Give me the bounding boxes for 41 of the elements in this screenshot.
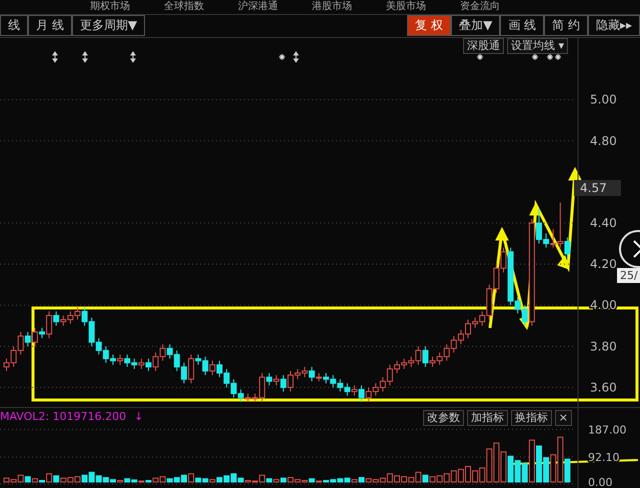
chart-option-button[interactable]: 叠加▼ — [451, 14, 500, 36]
event-marker-icon[interactable] — [52, 51, 58, 62]
chart-setting-button[interactable]: 设置均线 ▾ — [506, 38, 568, 54]
market-menu-item[interactable]: 资金流向 — [460, 0, 500, 13]
chart-option-button[interactable]: 隐藏▸▸ — [588, 14, 640, 36]
price-axis-label: 4.40 — [590, 216, 617, 230]
current-price-label: 4.57 — [574, 180, 621, 196]
asterisk-marker-icon[interactable] — [554, 53, 562, 60]
down-arrow: ↓ — [134, 410, 144, 424]
event-marker-icon[interactable] — [293, 51, 298, 62]
chart-option-button[interactable]: 画 线 — [500, 14, 544, 36]
indicator-value: MAVOL2: 1019716.200 — [0, 410, 126, 424]
price-axis-label: 3.80 — [590, 339, 617, 354]
date-tooltip: 25/ — [617, 268, 640, 283]
period-button[interactable]: 月 线 — [28, 14, 72, 36]
market-menu-item[interactable]: 美股市场 — [386, 0, 426, 13]
event-marker-icon[interactable] — [130, 51, 136, 62]
volume-axis-label: 187.00 — [588, 424, 626, 436]
chart-option-button[interactable]: 简 约 — [544, 14, 588, 36]
price-axis-label: 4.80 — [590, 134, 617, 148]
period-button[interactable]: 线 — [0, 14, 28, 36]
indicator-button[interactable]: 换指标 — [510, 410, 552, 426]
volume-axis-label: 0.00 — [588, 476, 612, 488]
market-menu-item[interactable]: 期权市场 — [90, 0, 130, 13]
market-menu-item[interactable]: 沪深港通 — [238, 0, 278, 13]
price-axis-label: 3.60 — [590, 380, 617, 394]
chart-setting-button[interactable]: 深股通 — [462, 38, 504, 54]
event-marker-icon[interactable] — [82, 51, 88, 62]
indicator-button[interactable]: 加指标 — [466, 410, 508, 426]
market-menu-item[interactable]: 全球指数 — [164, 0, 204, 13]
asterisk-marker-icon[interactable] — [532, 53, 538, 60]
price-axis-label: 5.00 — [590, 92, 617, 107]
price-axis-label: 4.20 — [590, 257, 617, 272]
indicator-button[interactable]: 改参数 — [422, 410, 464, 426]
chart-option-button[interactable]: 复 权 — [407, 14, 452, 36]
asterisk-marker-icon[interactable] — [278, 53, 286, 60]
asterisk-marker-icon[interactable] — [546, 53, 554, 60]
indicator-button[interactable]: × — [554, 410, 572, 426]
asterisk-marker-icon[interactable] — [476, 53, 484, 60]
market-menu-item[interactable]: 港股市场 — [312, 0, 352, 13]
period-button[interactable]: 更多周期▼ — [72, 14, 146, 36]
